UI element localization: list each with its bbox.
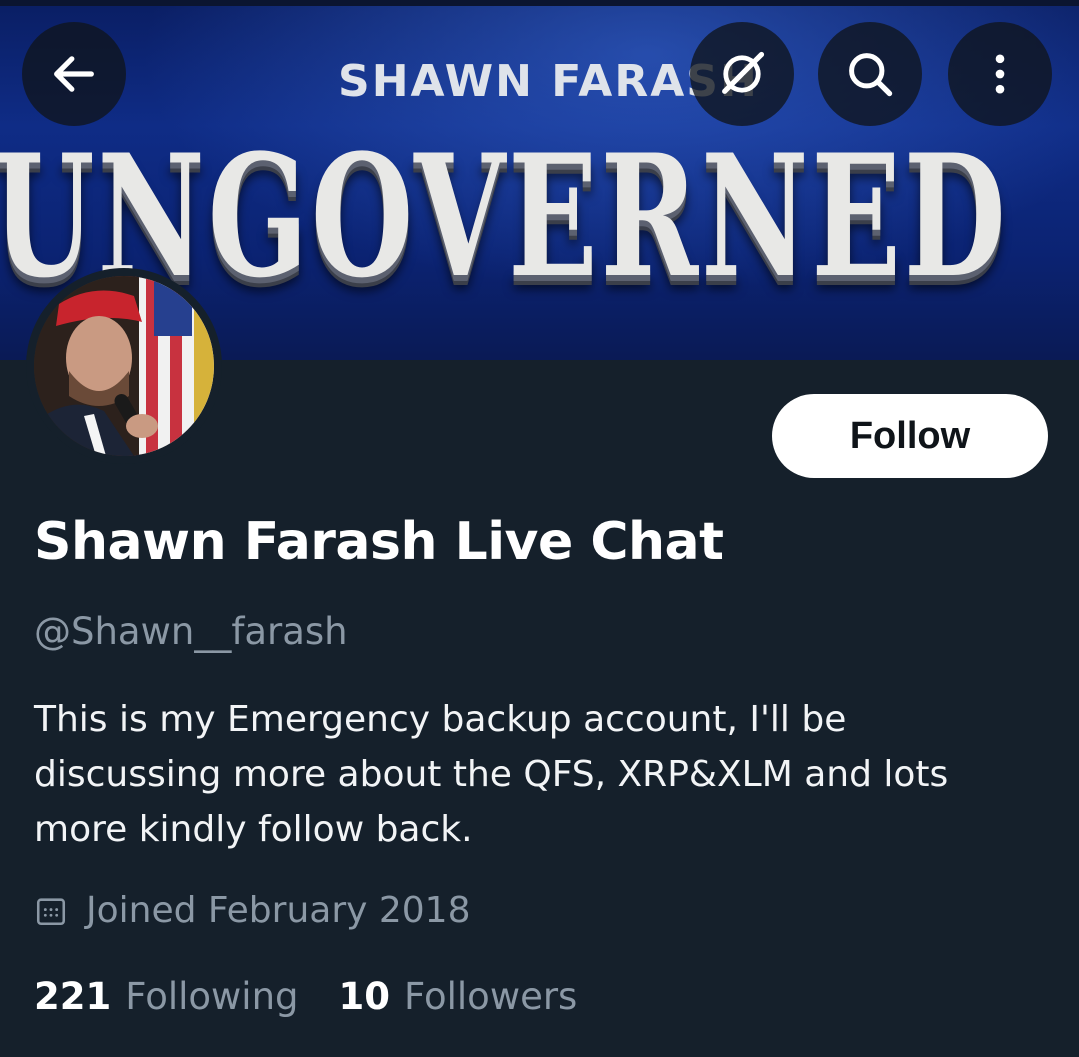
joined-label: Joined February 2018 (86, 890, 471, 931)
avatar[interactable] (26, 268, 222, 464)
more-vertical-icon (995, 54, 1005, 94)
avatar-photo (34, 276, 214, 456)
more-options-button[interactable] (948, 22, 1052, 126)
calendar-icon (36, 897, 66, 925)
search-button[interactable] (818, 22, 922, 126)
user-handle: @Shawn__farash (34, 610, 348, 653)
search-icon (849, 53, 893, 97)
followers-count: 10 (338, 975, 391, 1018)
back-button[interactable] (22, 22, 126, 126)
followers-link[interactable]: 10 Followers (339, 975, 578, 1018)
arrow-left-icon (54, 56, 94, 92)
slash-circle-icon (722, 51, 765, 94)
profile-page: SHAWN FARASH UNGOVERNED Follow Shawn Far… (0, 0, 1079, 1057)
following-count: 221 (34, 975, 112, 1018)
followers-label: Followers (404, 975, 578, 1018)
following-link[interactable]: 221 Following (34, 975, 299, 1018)
follow-stats: 221 Following 10 Followers (34, 975, 617, 1018)
following-label: Following (125, 975, 299, 1018)
follow-button[interactable]: Follow (772, 394, 1048, 478)
grok-button[interactable] (690, 22, 794, 126)
display-name: Shawn Farash Live Chat (34, 512, 724, 572)
joined-date: Joined February 2018 (34, 890, 471, 931)
avatar-image (34, 276, 214, 456)
profile-bio: This is my Emergency backup account, I'l… (34, 699, 949, 850)
